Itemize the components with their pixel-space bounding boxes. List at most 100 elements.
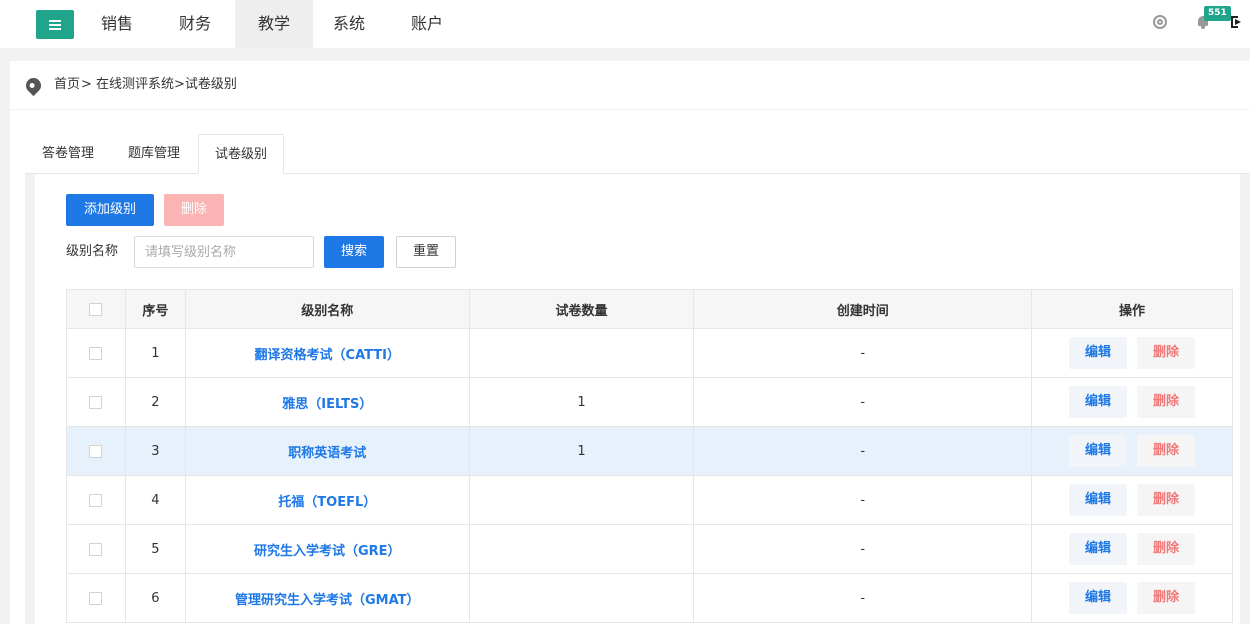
delete-button[interactable]: 删除: [1137, 582, 1196, 614]
bulk-delete-button[interactable]: 删除: [164, 194, 224, 226]
col-header-name: 级别名称: [184, 289, 470, 329]
row-select-cell: [66, 426, 126, 476]
breadcrumb-path: > 在线测评系统>试卷级别: [81, 77, 237, 92]
col-header-count: 试卷数量: [468, 289, 695, 329]
logout-icon[interactable]: [1231, 16, 1243, 28]
row-actions: 编辑 删除: [1031, 377, 1233, 427]
select-all-cell: [66, 289, 126, 329]
delete-button[interactable]: 删除: [1137, 386, 1196, 418]
edit-button[interactable]: 编辑: [1069, 386, 1128, 418]
table-row: 6 管理研究生入学考试（GMAT） - 编辑 删除: [66, 573, 1233, 623]
row-actions: 编辑 删除: [1031, 328, 1233, 378]
row-count: [468, 475, 695, 525]
notification-badge: 551: [1204, 6, 1231, 21]
search-button[interactable]: 搜索: [324, 236, 384, 268]
row-checkbox[interactable]: [89, 542, 103, 556]
row-name-cell: 职称英语考试: [184, 426, 470, 476]
delete-button[interactable]: 删除: [1137, 533, 1196, 565]
level-name-link[interactable]: 职称英语考试: [288, 446, 366, 461]
reset-button[interactable]: 重置: [396, 236, 456, 268]
content-card: 添加级别 删除 级别名称 搜索 重置 序号 级别名称 试卷数量 创建时间 操作: [35, 174, 1240, 624]
row-checkbox[interactable]: [89, 395, 103, 409]
table-row: 3 职称英语考试 1 - 编辑 删除: [66, 426, 1233, 476]
row-index: 6: [124, 573, 186, 623]
top-nav: 销售 财务 教学 系统 账户 551: [0, 0, 1250, 48]
row-created: -: [693, 377, 1033, 427]
edit-button[interactable]: 编辑: [1069, 533, 1128, 565]
col-header-index: 序号: [124, 289, 186, 329]
level-name-link[interactable]: 研究生入学考试（GRE）: [254, 544, 401, 559]
row-index: 2: [124, 377, 186, 427]
row-count: 1: [468, 377, 695, 427]
level-name-search-input[interactable]: [134, 236, 314, 268]
row-created: -: [693, 328, 1033, 378]
row-count: [468, 328, 695, 378]
table-row: 5 研究生入学考试（GRE） - 编辑 删除: [66, 524, 1233, 574]
delete-button[interactable]: 删除: [1137, 435, 1196, 467]
add-level-button[interactable]: 添加级别: [66, 194, 154, 226]
row-created: -: [693, 524, 1033, 574]
row-index: 3: [124, 426, 186, 476]
nav-item-account[interactable]: 账户: [388, 0, 466, 48]
tab-bar: 答卷管理 题库管理 试卷级别: [25, 134, 1250, 174]
row-checkbox[interactable]: [89, 591, 103, 605]
delete-button[interactable]: 删除: [1137, 337, 1196, 369]
breadcrumb-home[interactable]: 首页: [54, 61, 80, 109]
level-name-link[interactable]: 管理研究生入学考试（GMAT）: [235, 593, 420, 608]
edit-button[interactable]: 编辑: [1069, 582, 1128, 614]
row-checkbox[interactable]: [89, 444, 103, 458]
row-select-cell: [66, 475, 126, 525]
row-select-cell: [66, 377, 126, 427]
main-panel: 答卷管理 题库管理 试卷级别 添加级别 删除 级别名称 搜索 重置 序号 级别名…: [10, 110, 1250, 624]
tab-answer-sheets[interactable]: 答卷管理: [25, 134, 111, 174]
hamburger-icon: [49, 19, 61, 30]
level-name-link[interactable]: 雅思（IELTS）: [282, 397, 372, 412]
row-name-cell: 管理研究生入学考试（GMAT）: [184, 573, 470, 623]
row-count: [468, 524, 695, 574]
help-lifebuoy-icon[interactable]: [1153, 15, 1167, 29]
row-name-cell: 托福（TOEFL）: [184, 475, 470, 525]
nav-item-system[interactable]: 系统: [313, 0, 385, 48]
col-header-actions: 操作: [1031, 289, 1233, 329]
row-select-cell: [66, 524, 126, 574]
nav-item-sales[interactable]: 销售: [78, 0, 156, 48]
tab-question-bank[interactable]: 题库管理: [111, 134, 197, 174]
row-select-cell: [66, 328, 126, 378]
row-name-cell: 翻译资格考试（CATTI）: [184, 328, 470, 378]
row-actions: 编辑 删除: [1031, 426, 1233, 476]
content-area: 添加级别 删除 级别名称 搜索 重置 序号 级别名称 试卷数量 创建时间 操作: [25, 174, 1250, 624]
row-actions: 编辑 删除: [1031, 524, 1233, 574]
table-row: 1 翻译资格考试（CATTI） - 编辑 删除: [66, 328, 1233, 378]
row-index: 5: [124, 524, 186, 574]
menu-toggle-button[interactable]: [36, 10, 74, 39]
edit-button[interactable]: 编辑: [1069, 337, 1128, 369]
row-created: -: [693, 475, 1033, 525]
nav-item-teaching[interactable]: 教学: [235, 0, 313, 48]
row-name-cell: 雅思（IELTS）: [184, 377, 470, 427]
breadcrumb: 首页 > 在线测评系统>试卷级别: [10, 61, 1250, 109]
row-count: 1: [468, 426, 695, 476]
edit-button[interactable]: 编辑: [1069, 484, 1128, 516]
row-actions: 编辑 删除: [1031, 475, 1233, 525]
levels-table: 序号 级别名称 试卷数量 创建时间 操作 1 翻译资格考试（CATTI） - 编…: [66, 289, 1233, 623]
nav-item-finance[interactable]: 财务: [156, 0, 234, 48]
row-index: 1: [124, 328, 186, 378]
tab-exam-levels[interactable]: 试卷级别: [198, 134, 284, 174]
level-name-link[interactable]: 托福（TOEFL）: [278, 495, 376, 510]
row-checkbox[interactable]: [89, 346, 103, 360]
col-header-created: 创建时间: [693, 289, 1033, 329]
level-name-link[interactable]: 翻译资格考试（CATTI）: [255, 348, 400, 363]
edit-button[interactable]: 编辑: [1069, 435, 1128, 467]
level-name-label: 级别名称: [66, 244, 119, 259]
row-created: -: [693, 573, 1033, 623]
row-count: [468, 573, 695, 623]
row-created: -: [693, 426, 1033, 476]
row-name-cell: 研究生入学考试（GRE）: [184, 524, 470, 574]
select-all-checkbox[interactable]: [89, 302, 103, 316]
row-index: 4: [124, 475, 186, 525]
table-row: 2 雅思（IELTS） 1 - 编辑 删除: [66, 377, 1233, 427]
row-checkbox[interactable]: [89, 493, 103, 507]
delete-button[interactable]: 删除: [1137, 484, 1196, 516]
row-actions: 编辑 删除: [1031, 573, 1233, 623]
table-header-row: 序号 级别名称 试卷数量 创建时间 操作: [66, 289, 1233, 329]
